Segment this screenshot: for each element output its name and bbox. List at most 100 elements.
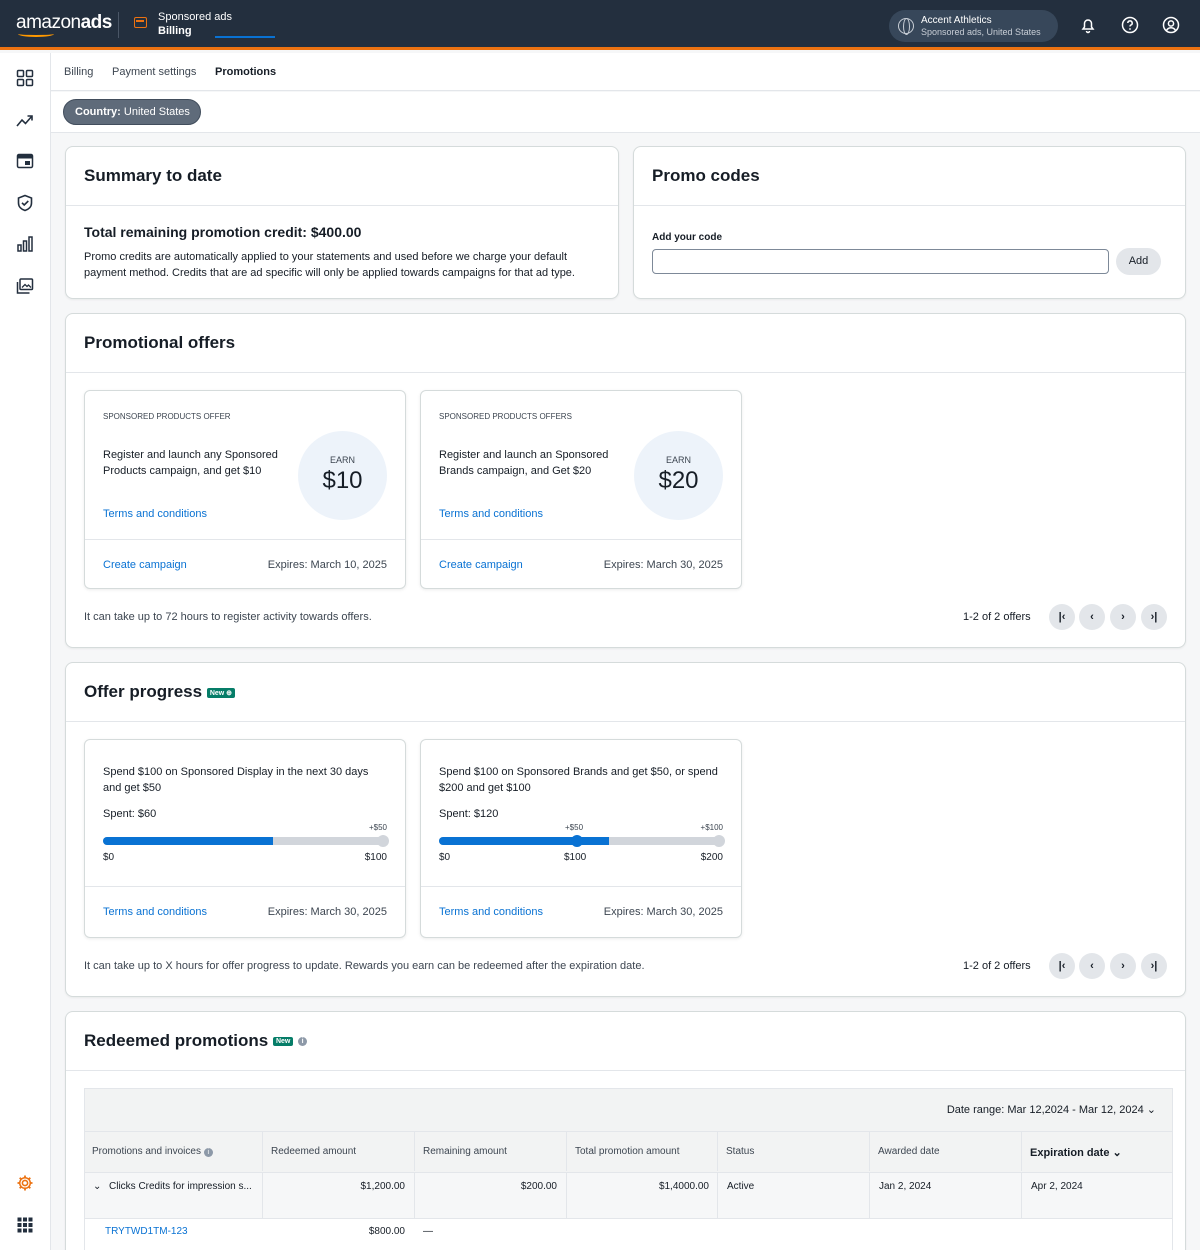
offer-desc-2: Brands campaign, and Get $20 (439, 465, 592, 477)
invoice-link[interactable]: TRYTWD1TM-123 (105, 1226, 188, 1237)
prev-page-button[interactable]: ‹ (1079, 604, 1105, 630)
milestone-dot (713, 835, 725, 847)
divider (118, 12, 119, 38)
earn-label: EARN (665, 455, 691, 465)
next-page-button[interactable]: › (1110, 953, 1136, 979)
column-divider (869, 1173, 870, 1219)
divider (66, 1070, 1185, 1071)
column-header-promotions[interactable]: Promotions and invoices i (84, 1131, 263, 1171)
new-badge-text: New (209, 689, 225, 697)
tab-promotions[interactable]: Promotions (215, 66, 276, 78)
last-page-button[interactable]: ›| (1141, 604, 1167, 630)
promo-codes-card: Promo codes Add your code Add (633, 146, 1186, 299)
terms-link[interactable]: Terms and conditions (103, 506, 207, 522)
offers-footnote: It can take up to 72 hours to register a… (84, 611, 372, 623)
filter-bar: Country: United States (51, 92, 1200, 133)
promotional-offers-title: Promotional offers (84, 333, 236, 352)
help-icon[interactable] (1121, 16, 1139, 34)
offer-desc-2: Products campaign, and get $10 (103, 465, 262, 477)
add-code-button[interactable]: Add (1116, 248, 1161, 275)
settings-icon[interactable] (16, 1174, 34, 1192)
trend-icon[interactable] (16, 111, 34, 129)
divider (421, 886, 741, 887)
progress-desc-1: Spend $100 on Sponsored Display in the n… (103, 766, 369, 778)
status: Active (727, 1181, 755, 1192)
last-page-button[interactable]: ›| (1141, 953, 1167, 979)
column-header-expiration[interactable]: Expiration date ⌄ (1022, 1131, 1173, 1171)
user-icon[interactable] (1162, 16, 1180, 34)
column-header-status[interactable]: Status (718, 1131, 870, 1171)
filter-value: United States (123, 106, 190, 118)
total-amount: $1,4000.00 (658, 1181, 709, 1192)
info-icon[interactable]: i (203, 1148, 213, 1157)
side-nav (0, 53, 51, 1250)
media-icon[interactable] (16, 277, 34, 295)
redeemed-title: Redeemed promotions New i (84, 1031, 308, 1051)
logo-text: amazon (16, 12, 81, 33)
logo-text-bold: ads (80, 12, 113, 33)
tab-billing[interactable]: Billing (64, 66, 93, 78)
expiration-date: Apr 2, 2024 (1031, 1181, 1083, 1192)
column-label: Promotions and invoices (92, 1146, 201, 1157)
create-campaign-link[interactable]: Create campaign (439, 557, 523, 573)
progress-page-info: 1-2 of 2 offers (963, 960, 1031, 972)
filter-key: Country: (75, 106, 121, 118)
redeemed-amount: $800.00 (368, 1226, 405, 1237)
create-campaign-link[interactable]: Create campaign (103, 557, 187, 573)
offer-expiry: Expires: March 30, 2025 (267, 906, 387, 918)
offer-card: SPONSORED PRODUCTS OFFERS Register and l… (420, 390, 742, 589)
column-header-remaining[interactable]: Remaining amount (415, 1131, 567, 1171)
remaining-amount: — (423, 1226, 433, 1237)
progress-fill (103, 837, 274, 845)
chevron-down-icon: ⌄ (1146, 1104, 1156, 1116)
next-page-button[interactable]: › (1110, 604, 1136, 630)
summary-description-1: Promo credits are automatically applied … (84, 251, 568, 263)
offer-progress-title: Offer progress New ⊕ (84, 682, 236, 702)
offer-expiry: Expires: March 10, 2025 (267, 559, 387, 571)
prev-page-button[interactable]: ‹ (1079, 953, 1105, 979)
terms-link[interactable]: Terms and conditions (439, 506, 543, 522)
table-toolbar: Date range: Mar 12,2024 - Mar 12, 2024 ⌄ (84, 1088, 1173, 1132)
progress-min: $0 (103, 852, 115, 863)
divider (634, 205, 1185, 206)
top-bar: amazonads Sponsored ads Billing Accent A… (0, 0, 1200, 50)
country-filter-chip[interactable]: Country: United States (63, 99, 201, 125)
first-page-button[interactable]: |‹ (1049, 953, 1075, 979)
apps-grid-icon[interactable] (16, 1216, 34, 1234)
progress-offer-card: Spend $100 on Sponsored Display in the n… (84, 739, 406, 938)
earn-badge: EARN $10 (298, 431, 387, 520)
offers-page-info: 1-2 of 2 offers (963, 611, 1031, 623)
promo-code-input[interactable] (652, 249, 1109, 274)
account-switcher[interactable]: Accent Athletics Sponsored ads, United S… (889, 10, 1058, 42)
progress-footnote: It can take up to X hours for offer prog… (84, 960, 645, 972)
remaining-amount: $200.00 (520, 1181, 557, 1192)
tab-payment-settings[interactable]: Payment settings (112, 66, 196, 78)
expand-chevron-icon[interactable]: ⌄ (93, 1181, 101, 1192)
column-label: Expiration date (1030, 1147, 1110, 1159)
bell-icon[interactable] (1079, 16, 1097, 34)
earn-value: $20 (658, 467, 699, 494)
brand-shield-icon[interactable] (16, 194, 34, 212)
promo-codes-title: Promo codes (652, 166, 760, 185)
dashboard-icon[interactable] (16, 69, 34, 87)
column-header-redeemed[interactable]: Redeemed amount (263, 1131, 415, 1171)
first-page-button[interactable]: |‹ (1049, 604, 1075, 630)
progress-fill (439, 837, 610, 845)
progress-desc-2: $200 and get $100 (439, 782, 531, 794)
earn-value: $10 (322, 467, 363, 494)
new-badge: New ⊕ (206, 687, 236, 698)
column-header-total[interactable]: Total promotion amount (567, 1131, 718, 1171)
spent-amount: Spent: $60 (103, 808, 157, 820)
terms-link[interactable]: Terms and conditions (439, 904, 543, 920)
info-icon[interactable]: i (298, 1037, 308, 1047)
date-range-dropdown[interactable]: Date range: Mar 12,2024 - Mar 12, 2024 ⌄ (947, 1102, 1156, 1118)
ads-icon[interactable] (16, 152, 34, 170)
spent-amount: Spent: $120 (439, 808, 499, 820)
summary-card: Summary to date Total remaining promotio… (65, 146, 619, 299)
billing-card-icon (134, 17, 147, 28)
divider (85, 539, 405, 540)
reports-icon[interactable] (16, 235, 34, 253)
terms-link[interactable]: Terms and conditions (103, 904, 207, 920)
column-header-awarded[interactable]: Awarded date (870, 1131, 1022, 1171)
divider (421, 539, 741, 540)
